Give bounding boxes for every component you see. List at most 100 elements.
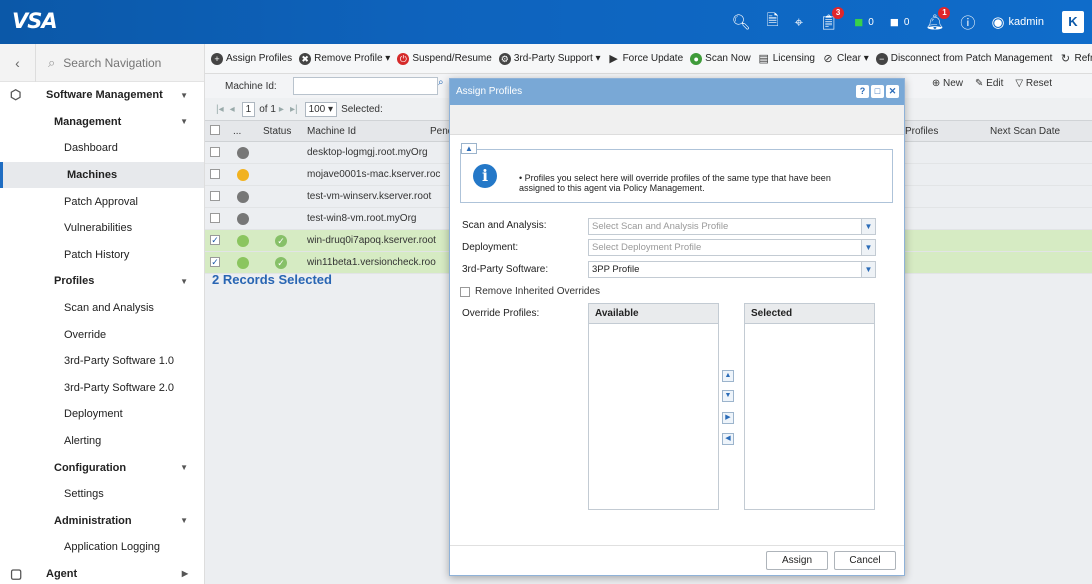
reset-filter-button[interactable]: ▽ Reset	[1015, 78, 1052, 89]
row-checkbox[interactable]	[210, 191, 220, 201]
new-view-button[interactable]: ⊕ New	[932, 78, 963, 89]
sidebar-item-agent[interactable]: ▢ Agent ▶	[0, 561, 204, 584]
sidebar-item-label: Settings	[64, 488, 104, 501]
antenna-icon[interactable]: ⌖	[787, 8, 811, 36]
user-menu[interactable]: ◉ kadmin	[983, 8, 1052, 36]
page-size-select[interactable]: 100 ▾	[304, 101, 338, 117]
cancel-button[interactable]: Cancel	[834, 551, 896, 570]
row-checkbox[interactable]: ✓	[210, 257, 220, 267]
sidebar-item-deployment[interactable]: Deployment	[0, 401, 204, 428]
remove-inherited-overrides-checkbox[interactable]: Remove Inherited Overrides	[460, 286, 600, 297]
sidebar-item-override[interactable]: Override	[0, 321, 204, 348]
scan-analysis-select[interactable]: Select Scan and Analysis Profile ▼	[588, 218, 876, 235]
move-right-icon[interactable]: ▶	[722, 412, 734, 424]
sidebar-item-patch-history[interactable]: Patch History	[0, 242, 204, 269]
sidebar-item-profiles[interactable]: Profiles ▼	[0, 268, 204, 295]
sidebar-item-3rd-party-software-2-0[interactable]: 3rd-Party Software 2.0	[0, 375, 204, 402]
machine-id-cell: desktop-logmgj.root.myOrg	[307, 147, 428, 158]
sidebar-item-label: Deployment	[64, 408, 123, 421]
chevron-right-icon: ▶	[181, 569, 188, 579]
refresh-button[interactable]: ↻Refresh	[1059, 53, 1092, 65]
help-icon[interactable]: ⓘ	[952, 8, 983, 36]
sidebar: ‹ ⌕ ⬡ Software Management ▼ Management ▼ Dash…	[0, 43, 205, 584]
edit-view-button[interactable]: ✎ Edit	[975, 78, 1003, 89]
sidebar-item-label: Scan and Analysis	[64, 302, 154, 315]
search-icon[interactable]: 🔍︎	[724, 8, 759, 36]
status-column-header[interactable]: Status	[263, 126, 291, 137]
collapse-info-icon[interactable]: ▲	[461, 143, 477, 154]
help-icon[interactable]: ?	[856, 85, 869, 98]
suspend-resume-button[interactable]: ⏻ Suspend/Resume	[397, 52, 492, 65]
sidebar-item-configuration[interactable]: Configuration ▼	[0, 454, 204, 481]
sidebar-item-settings[interactable]: Settings	[0, 481, 204, 508]
selected-list[interactable]: Selected	[744, 303, 875, 510]
row-checkbox[interactable]: ✓	[210, 235, 220, 245]
remove-profile-label: Remove Profile	[314, 53, 383, 64]
assign-profiles-button[interactable]: + Assign Profiles	[211, 52, 292, 65]
override-profiles-label: Override Profiles:	[462, 308, 540, 319]
machine-id-label: Machine Id:	[225, 80, 277, 92]
status-check-icon: ✓	[275, 235, 287, 247]
kaseya-logo[interactable]: K	[1062, 11, 1084, 33]
sidebar-item-management[interactable]: Management ▼	[0, 109, 204, 136]
move-up-icon[interactable]: ▲	[722, 370, 734, 382]
tickets-icon[interactable]: 📋︎ 3	[811, 7, 846, 36]
force-update-button[interactable]: ▶ Force Update	[608, 53, 683, 65]
more-column-header[interactable]: ...	[233, 126, 241, 137]
reset-label: Reset	[1025, 78, 1052, 89]
close-icon[interactable]: ✕	[886, 85, 899, 98]
sidebar-item-application-logging[interactable]: Application Logging	[0, 534, 204, 561]
disconnect-button[interactable]: − Disconnect from Patch Management	[875, 52, 1052, 65]
sidebar-item-label: Patch Approval	[64, 195, 138, 208]
sidebar-item-alerting[interactable]: Alerting	[0, 428, 204, 455]
document-icon[interactable]: 🗎	[759, 8, 787, 36]
remove-profile-button[interactable]: ✖ Remove Profile ▾	[299, 52, 390, 65]
last-page-icon[interactable]: ▸|	[290, 104, 298, 115]
next-scan-date-column-header[interactable]: Next Scan Date	[990, 126, 1060, 137]
toolbar: + Assign Profiles ✖ Remove Profile ▾ ⏻ Susp…	[205, 44, 1092, 74]
prev-page-icon[interactable]: ◂	[230, 104, 235, 115]
sidebar-item-vulnerabilities[interactable]: Vulnerabilities	[0, 215, 204, 242]
next-page-icon[interactable]: ▸	[279, 104, 284, 115]
clear-button[interactable]: ⊘ Clear ▾	[822, 53, 868, 65]
third-party-software-select[interactable]: 3PP Profile ▼	[588, 261, 876, 278]
agents-offline-icon[interactable]: ■ 0	[882, 8, 918, 36]
third-party-support-button[interactable]: ⚙ 3rd-Party Support ▾	[498, 52, 601, 65]
page-number-input[interactable]: 1	[241, 101, 256, 117]
search-navigation-input[interactable]	[63, 55, 194, 70]
licensing-button[interactable]: ▤ Licensing	[758, 53, 815, 65]
sidebar-item-administration[interactable]: Administration ▼	[0, 508, 204, 535]
sidebar-item-dashboard[interactable]: Dashboard	[0, 135, 204, 162]
assign-button[interactable]: Assign	[766, 551, 828, 570]
move-left-icon[interactable]: ◀	[722, 433, 734, 445]
vsa-logo[interactable]: VSA	[12, 9, 58, 33]
machine-id-column-header[interactable]: Machine Id	[307, 126, 356, 137]
row-checkbox[interactable]	[210, 213, 220, 223]
sidebar-item-3rd-party-software-1-0[interactable]: 3rd-Party Software 1.0	[0, 348, 204, 375]
first-page-icon[interactable]: |◂	[216, 104, 224, 115]
maximize-icon[interactable]: □	[871, 85, 884, 98]
machine-id-input[interactable]	[293, 77, 438, 95]
deployment-placeholder: Select Deployment Profile	[592, 242, 702, 253]
row-checkbox[interactable]	[210, 147, 220, 157]
sidebar-item-scan-and-analysis[interactable]: Scan and Analysis	[0, 295, 204, 322]
move-down-icon[interactable]: ▼	[722, 390, 734, 402]
row-checkbox[interactable]	[210, 169, 220, 179]
dropdown-icon: ▾	[595, 53, 601, 64]
sidebar-item-software-management[interactable]: ⬡ Software Management ▼	[0, 82, 204, 109]
top-bar: VSA 🔍︎ 🗎 ⌖ 📋︎ 3 ■ 0 ■ 0 🔔︎ 1 ⓘ ◉ kadmin K	[0, 0, 1092, 44]
available-list[interactable]: Available	[588, 303, 719, 510]
agents-online-count: 0	[868, 16, 874, 28]
bell-icon[interactable]: 🔔︎ 1	[917, 7, 952, 36]
deployment-select[interactable]: Select Deployment Profile ▼	[588, 239, 876, 256]
collapse-sidebar-icon[interactable]: ‹	[0, 43, 36, 82]
page-count: of 1	[259, 103, 276, 115]
chevron-down-icon: ▼	[180, 463, 188, 473]
sidebar-item-machines[interactable]: Machines	[0, 161, 204, 189]
agents-online-icon[interactable]: ■ 0	[846, 8, 882, 36]
scan-now-button[interactable]: ● Scan Now	[690, 52, 751, 65]
sidebar-items: ⬡ Software Management ▼ Management ▼ Dashboar…	[0, 82, 204, 584]
profiles-column-header[interactable]: Profiles	[905, 126, 938, 137]
sidebar-item-patch-approval[interactable]: Patch Approval	[0, 188, 204, 215]
select-all-checkbox[interactable]	[210, 125, 220, 135]
